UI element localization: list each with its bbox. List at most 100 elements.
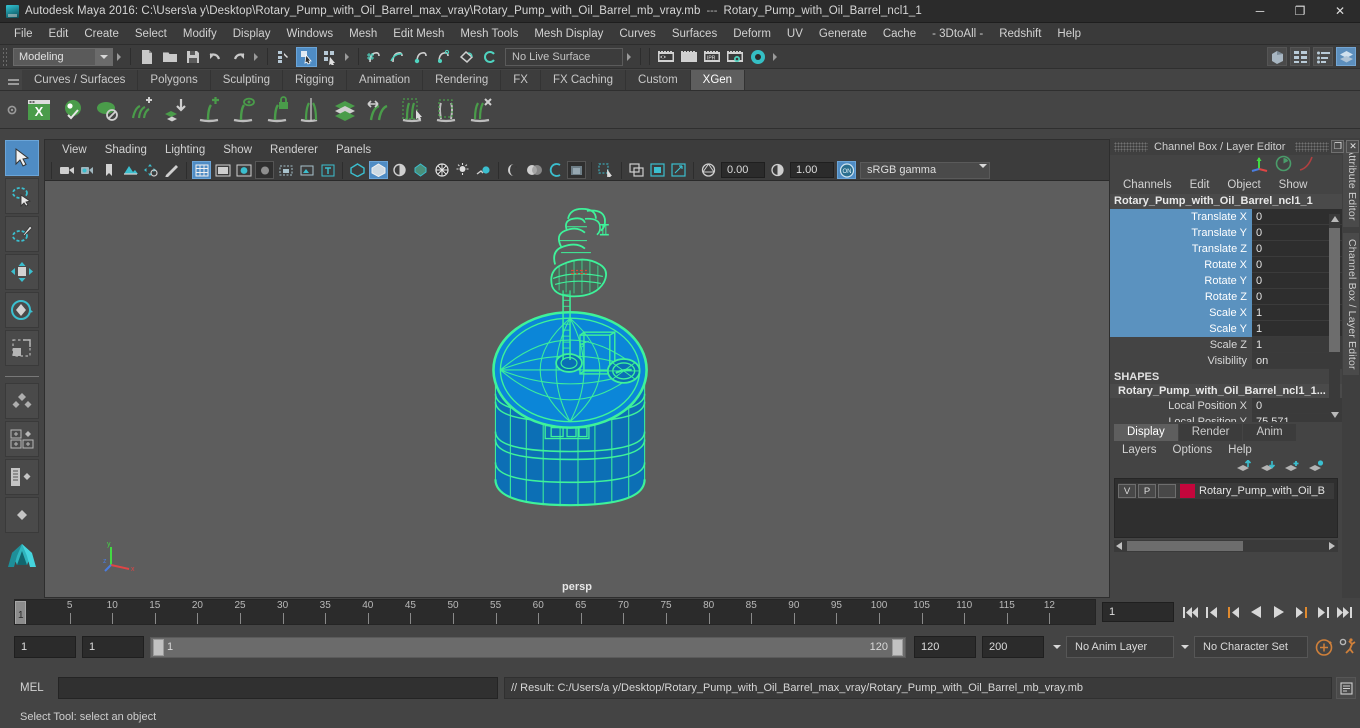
channel-row[interactable]: Local Position Y 75.571 [1110,414,1342,422]
go-to-start-icon[interactable] [1180,602,1200,622]
anti-alias-icon[interactable] [546,161,565,179]
xgen-region-icon[interactable] [430,93,464,127]
layer-name[interactable]: Rotary_Pump_with_Oil_B [1199,485,1325,497]
shape-node-name[interactable]: Rotary_Pump_with_Oil_Barrel_ncl1_1... [1110,384,1342,398]
xgen-add-groom-icon[interactable] [124,93,158,127]
xgen-layers-icon[interactable] [328,93,362,127]
xgen-preview-icon[interactable] [56,93,90,127]
curve-icon[interactable] [1298,155,1314,175]
shelf-tab-fx[interactable]: FX [501,70,541,90]
exposure-toggle-icon[interactable] [411,161,430,179]
motion-blur-icon[interactable] [525,161,544,179]
channel-row[interactable]: Scale Z1 [1110,337,1342,353]
shaded-with-wireframe-icon[interactable] [234,161,253,179]
range-bar-end-handle[interactable] [892,638,903,656]
paint-select-tool[interactable] [5,216,39,252]
ambient-occlusion-icon[interactable] [567,161,586,179]
open-scene-icon[interactable] [159,47,180,67]
shelf-tab-rigging[interactable]: Rigging [283,70,348,90]
range-bar-start-handle[interactable] [153,638,164,656]
menu-curves[interactable]: Curves [611,26,663,42]
step-forward-frame-icon[interactable] [1290,602,1310,622]
layer-editor-tab-render[interactable]: Render [1178,424,1243,441]
chevron-down-icon[interactable] [95,48,112,65]
channel-label[interactable]: Rotate Z [1110,289,1252,305]
new-layer-icon[interactable] [1284,460,1300,476]
menu-windows[interactable]: Windows [278,26,341,42]
layer-list-horizontal-scrollbar[interactable] [1114,540,1338,552]
range-start-field[interactable]: 1 [82,636,144,658]
channel-label[interactable]: Scale Y [1110,321,1252,337]
status-collapse-3[interactable] [343,48,352,66]
viewport-canvas[interactable]: y x z persp [45,181,1109,597]
range-bar[interactable]: 1 120 [150,636,906,658]
viewport-menu-lighting[interactable]: Lighting [156,143,214,157]
viewport-menu-panels[interactable]: Panels [327,143,380,157]
move-tool[interactable] [5,254,39,290]
color-management-toggle-icon[interactable]: ON [837,161,856,179]
step-back-keyframe-icon[interactable] [1202,602,1222,622]
gamma-icon[interactable] [768,161,787,179]
shelf-handle-icon[interactable] [4,70,22,90]
panel-drag-dots-2[interactable] [1295,141,1330,152]
exposure-icon[interactable] [699,161,718,179]
menu-create[interactable]: Create [76,26,127,42]
snap-to-projected-center-icon[interactable] [433,47,454,67]
close-button[interactable]: ✕ [1320,0,1360,23]
layer-color-swatch[interactable] [1180,484,1195,498]
wireframe-shading-icon[interactable] [192,161,211,179]
animation-start-field[interactable]: 1 [14,636,76,658]
gamma-field[interactable]: 1.00 [790,162,834,178]
channel-box-scrollbar[interactable] [1329,214,1340,420]
script-editor-icon[interactable] [1336,677,1356,699]
channel-label[interactable]: Rotate Y [1110,273,1252,289]
status-collapse-4[interactable] [625,48,634,66]
snap-to-curve-icon[interactable] [387,47,408,67]
xgen-select-guides-icon[interactable] [396,93,430,127]
two-sided-lighting-icon[interactable] [474,161,493,179]
menu-help[interactable]: Help [1049,26,1089,42]
play-backwards-icon[interactable] [1246,602,1266,622]
xgen-create-description-icon[interactable] [192,93,226,127]
select-tool[interactable] [5,140,39,176]
layout-single-persp[interactable] [5,497,39,533]
panel-drag-dots[interactable] [1114,141,1148,152]
channel-box-menu-object[interactable]: Object [1218,178,1269,192]
menu-surfaces[interactable]: Surfaces [664,26,725,42]
channel-label[interactable]: Local Position X [1110,398,1252,414]
shadows-icon[interactable] [297,161,316,179]
undo-icon[interactable] [205,47,226,67]
select-by-object-icon[interactable] [296,46,317,67]
undock-panel-button[interactable]: ❐ [1331,140,1345,153]
shelf-tab-fx-caching[interactable]: FX Caching [540,70,627,90]
layer-visibility-toggle[interactable]: V [1118,484,1136,498]
viewport-menu-shading[interactable]: Shading [96,143,156,157]
camera-attributes-icon[interactable] [78,161,97,179]
isolate-select-icon[interactable] [597,161,616,179]
shelf-tab-rendering[interactable]: Rendering [423,70,502,90]
scrollbar-thumb[interactable] [1329,228,1340,352]
select-camera-icon[interactable] [57,161,76,179]
channel-row[interactable]: Visibility on [1110,353,1342,369]
channel-row[interactable]: Rotate Z0 [1110,289,1342,305]
lighting-icon[interactable] [453,161,472,179]
text-overlay-icon[interactable] [318,161,337,179]
move-layer-down-icon[interactable] [1260,460,1276,476]
channel-label[interactable]: Translate X [1110,209,1252,225]
menu-uv[interactable]: UV [779,26,811,42]
channel-box-menu-channels[interactable]: Channels [1114,178,1181,192]
shelf-tab-xgen[interactable]: XGen [690,70,746,90]
channel-box-menu-show[interactable]: Show [1270,178,1317,192]
minimize-button[interactable]: ─ [1240,0,1280,23]
scroll-left-icon[interactable] [1116,542,1122,550]
layer-menu-options[interactable]: Options [1165,443,1221,457]
layer-editor-tab-anim[interactable]: Anim [1243,424,1296,441]
image-plane-icon[interactable] [120,161,139,179]
shelf-tab-polygons[interactable]: Polygons [138,70,211,90]
channel-row[interactable]: Translate X0 [1110,209,1342,225]
manipulator-axis-icon[interactable] [1250,155,1269,175]
menu-3dtoall[interactable]: - 3DtoAll - [924,26,991,42]
channel-box-icon[interactable] [1336,47,1356,66]
script-language-label[interactable]: MEL [14,682,58,694]
redo-icon[interactable] [228,47,249,67]
